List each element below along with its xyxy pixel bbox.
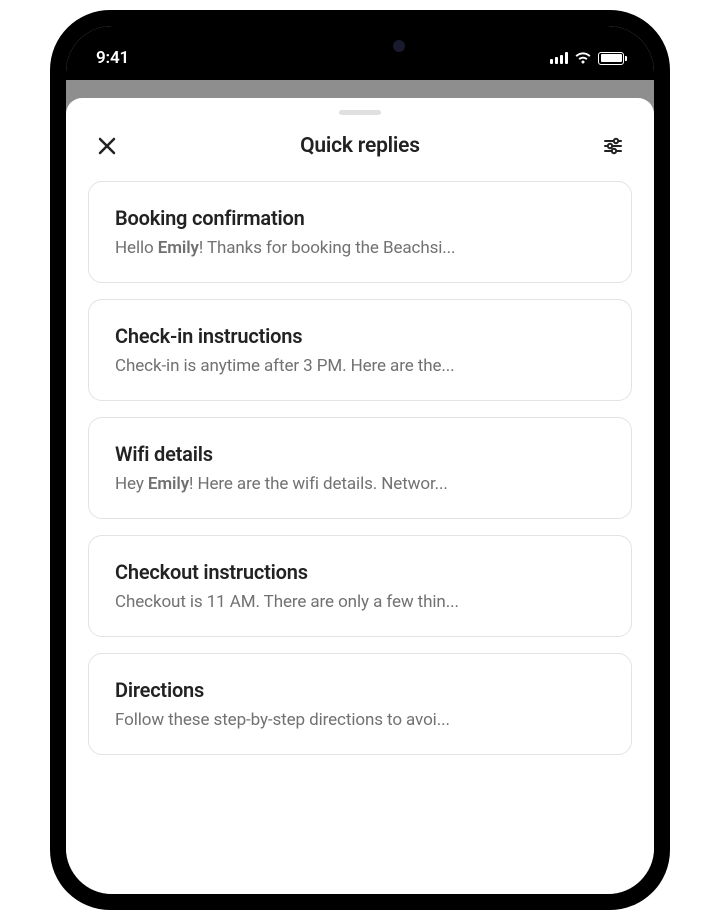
sheet-grabber[interactable] bbox=[339, 110, 381, 115]
wifi-icon bbox=[574, 51, 592, 65]
status-time: 9:41 bbox=[96, 48, 129, 68]
card-preview: Hello Emily! Thanks for booking the Beac… bbox=[115, 238, 605, 258]
quick-reply-wifi-details[interactable]: Wifi details Hey Emily! Here are the wif… bbox=[88, 417, 632, 519]
dynamic-island bbox=[295, 28, 425, 64]
sliders-icon bbox=[603, 136, 623, 156]
card-preview: Check-in is anytime after 3 PM. Here are… bbox=[115, 356, 605, 376]
quick-reply-check-in-instructions[interactable]: Check-in instructions Check-in is anytim… bbox=[88, 299, 632, 401]
card-preview: Follow these step-by-step directions to … bbox=[115, 710, 605, 730]
sheet-header: Quick replies bbox=[66, 133, 654, 181]
battery-icon bbox=[598, 52, 624, 65]
cellular-signal-icon bbox=[550, 52, 568, 64]
status-icons bbox=[550, 51, 624, 65]
card-title: Wifi details bbox=[115, 442, 605, 466]
card-title: Directions bbox=[115, 678, 605, 702]
card-title: Check-in instructions bbox=[115, 324, 605, 348]
quick-replies-sheet: Quick replies Bookin bbox=[66, 98, 654, 894]
quick-reply-directions[interactable]: Directions Follow these step-by-step dir… bbox=[88, 653, 632, 755]
card-title: Booking confirmation bbox=[115, 206, 605, 230]
phone-frame: 9:41 bbox=[50, 10, 670, 910]
phone-screen: 9:41 bbox=[66, 26, 654, 894]
close-icon bbox=[98, 137, 116, 155]
close-button[interactable] bbox=[94, 133, 120, 159]
card-preview: Hey Emily! Here are the wifi details. Ne… bbox=[115, 474, 605, 494]
quick-reply-checkout-instructions[interactable]: Checkout instructions Checkout is 11 AM.… bbox=[88, 535, 632, 637]
quick-replies-list: Booking confirmation Hello Emily! Thanks… bbox=[66, 181, 654, 755]
page-title: Quick replies bbox=[300, 134, 420, 158]
screen-background: Quick replies Bookin bbox=[66, 80, 654, 894]
quick-reply-booking-confirmation[interactable]: Booking confirmation Hello Emily! Thanks… bbox=[88, 181, 632, 283]
settings-button[interactable] bbox=[600, 133, 626, 159]
card-preview: Checkout is 11 AM. There are only a few … bbox=[115, 592, 605, 612]
card-title: Checkout instructions bbox=[115, 560, 605, 584]
